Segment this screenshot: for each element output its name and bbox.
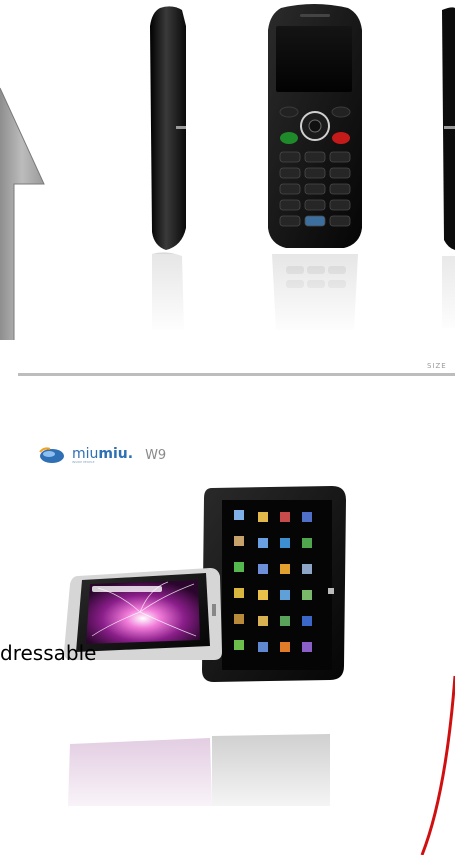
- brand-logo-icon: [39, 447, 64, 463]
- brand-tagline: INSIDE PEOPLE: [72, 459, 95, 464]
- size-label: SIZE: [427, 362, 447, 370]
- phone-side-view: [150, 6, 190, 334]
- brand-model: W9: [145, 447, 167, 463]
- section-divider: [18, 373, 455, 376]
- phone-product-image: [0, 0, 455, 375]
- tablet-back-view: [202, 486, 346, 682]
- tablet-reflection: [0, 726, 455, 826]
- overlay-text: dressable: [0, 641, 97, 665]
- phone-front-view: [268, 4, 364, 336]
- phone-side-view-right: [440, 7, 455, 334]
- brand-name: miumiu.: [72, 445, 134, 462]
- arrow-up-icon: [0, 87, 45, 340]
- tablet-product-image: [0, 476, 455, 856]
- brand-header: miumiu. INSIDE PEOPLE W9: [38, 444, 166, 466]
